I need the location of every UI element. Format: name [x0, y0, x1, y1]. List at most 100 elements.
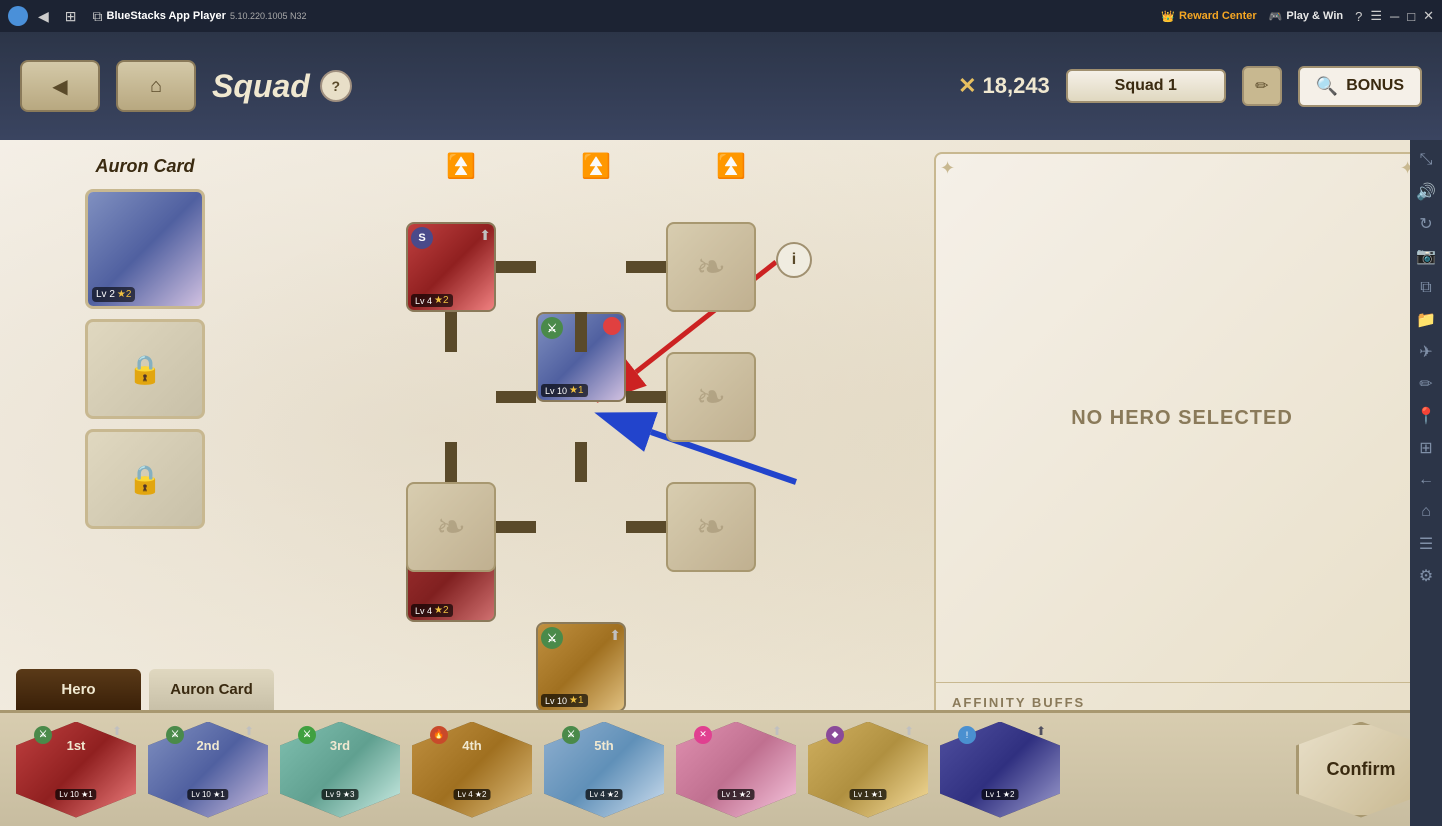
- currency-value: 18,243: [983, 73, 1050, 99]
- currency-display: ✕ 18,243: [958, 73, 1050, 99]
- tab-auron-card[interactable]: Auron Card: [149, 669, 274, 710]
- hero-type-4: ⚔: [541, 627, 563, 649]
- slot-type-badge-7: ◆: [826, 726, 844, 744]
- info-button[interactable]: i: [776, 242, 812, 278]
- empty-cell-2-2[interactable]: ❧: [666, 482, 756, 572]
- help-icon[interactable]: ?: [1355, 9, 1362, 24]
- empty-cell-2-0[interactable]: ❧: [406, 482, 496, 572]
- connector-h-0-1: [626, 261, 666, 273]
- connector-v-col0-1: [445, 442, 457, 482]
- sidebar-expand-icon[interactable]: ⤡: [1414, 148, 1438, 172]
- sidebar-home-icon[interactable]: ⌂: [1414, 500, 1438, 524]
- connector-v-col1-1-yellow: [575, 442, 587, 482]
- slot-arrows-1: ⬆: [112, 724, 122, 738]
- hero-arrow-4: ⬆: [609, 627, 621, 644]
- app-logo: [8, 6, 28, 26]
- hero-slot-7[interactable]: Lv 1 ★1 ◆ ⬆: [808, 722, 928, 818]
- maximize-icon[interactable]: □: [1407, 9, 1415, 24]
- squad-selector[interactable]: Squad 1: [1066, 69, 1226, 103]
- nav-forward-btn[interactable]: ⊞: [61, 8, 81, 25]
- squad-grid: S ⬆ Lv 4★2 ⚔ Lv 10★1: [386, 202, 826, 622]
- hero-slot-5[interactable]: 5th Lv 4 ★2 ⚔: [544, 722, 664, 818]
- sidebar-edit-icon[interactable]: ✏: [1414, 372, 1438, 396]
- slot-label-1: 1st: [67, 738, 86, 753]
- slot-level-4: Lv 4 ★2: [454, 789, 491, 800]
- slot-level-8: Lv 1 ★2: [982, 789, 1019, 800]
- slot-level-2: Lv 10 ★1: [187, 789, 228, 800]
- slot-arrows-2: ⬆: [244, 724, 254, 738]
- hero-slot-2[interactable]: 2nd Lv 10 ★1 ⚔ ⬆: [148, 722, 268, 818]
- titlebar-icons: ? ☰ ─ □ ✕: [1355, 8, 1434, 24]
- game-area: ◀ ⌂ Squad ? ✕ 18,243 Squad 1 ✏ 🔍 BONUS A…: [0, 32, 1442, 826]
- confirm-text: Confirm: [1327, 759, 1396, 780]
- bottom-panel: 1st Lv 10 ★1 ⚔ ⬆ 2nd Lv 10 ★1 ⚔ ⬆: [0, 710, 1442, 826]
- connector-h-1-0: [496, 391, 536, 403]
- app-version: 5.10.220.1005 N32: [230, 11, 1161, 21]
- sidebar-airplane-icon[interactable]: ✈: [1414, 340, 1438, 364]
- squad-help-button[interactable]: ?: [320, 70, 352, 102]
- hero-cell-4[interactable]: ⚔ ⬆ Lv 10★1: [536, 622, 626, 712]
- slot-level-3: Lv 9 ★3: [322, 789, 359, 800]
- page-title: Squad: [212, 68, 310, 105]
- confirm-diamond: Confirm: [1296, 722, 1426, 818]
- hero-slot-3[interactable]: 3rd Lv 9 ★3 ⚔: [280, 722, 400, 818]
- auron-card-slot[interactable]: Lv 2 ★2: [85, 189, 205, 309]
- empty-cell-1-2[interactable]: ❧: [666, 352, 756, 442]
- hero-slot-4[interactable]: 4th Lv 4 ★2 🔥: [412, 722, 532, 818]
- edit-squad-button[interactable]: ✏: [1242, 66, 1282, 106]
- sidebar-volume-icon[interactable]: 🔊: [1414, 180, 1438, 204]
- back-button[interactable]: ◀: [20, 60, 100, 112]
- tab-area: Hero Auron Card: [0, 669, 290, 710]
- sidebar-settings-icon[interactable]: ⚙: [1414, 564, 1438, 588]
- sidebar-rotate-icon[interactable]: ↻: [1414, 212, 1438, 236]
- sidebar-back-arrow[interactable]: ←: [1414, 468, 1438, 492]
- reward-center-btn[interactable]: 👑 Reward Center: [1161, 10, 1256, 23]
- slot-type-badge-6: ✕: [694, 726, 712, 744]
- titlebar-nav: ◀ ⊞ ⧉: [34, 8, 107, 25]
- corner-tl: ✦: [940, 158, 964, 182]
- minimize-icon[interactable]: ─: [1390, 9, 1399, 24]
- hero-level-1: Lv 4★2: [411, 294, 453, 307]
- lock-icon-2: 🔒: [128, 463, 163, 496]
- bonus-button[interactable]: 🔍 BONUS: [1298, 66, 1422, 107]
- hero-type-2: ⚔: [541, 317, 563, 339]
- empty-cell-icon-2-0: ❧: [436, 506, 466, 548]
- sidebar-layers-icon[interactable]: ⊞: [1414, 436, 1438, 460]
- empty-cell-icon-2-2: ❧: [696, 506, 726, 548]
- app-name: BlueStacks App Player: [107, 10, 226, 22]
- slot-type-badge-4: 🔥: [430, 726, 448, 744]
- hero-level-4: Lv 10★1: [541, 694, 588, 707]
- no-hero-selected: NO HERO SELECTED: [936, 154, 1428, 682]
- sidebar-copy-icon[interactable]: ⧉: [1414, 276, 1438, 300]
- menu-icon[interactable]: ☰: [1370, 8, 1382, 24]
- slot-level-7: Lv 1 ★1: [850, 789, 887, 800]
- nav-back-btn[interactable]: ◀: [34, 8, 53, 25]
- sidebar-screenshot-icon[interactable]: 📷: [1414, 244, 1438, 268]
- sidebar-menu-icon[interactable]: ☰: [1414, 532, 1438, 556]
- confirm-button[interactable]: Confirm: [1296, 722, 1426, 818]
- home-button[interactable]: ⌂: [116, 60, 196, 112]
- hero-slot-8[interactable]: Lv 1 ★2 ! ⬆: [940, 722, 1060, 818]
- sidebar-location-icon[interactable]: 📍: [1414, 404, 1438, 428]
- hero-cell-1[interactable]: S ⬆ Lv 4★2: [406, 222, 496, 312]
- connector-v-col0-0: [445, 312, 457, 352]
- hero-img-1: S ⬆ Lv 4★2: [408, 224, 494, 310]
- sidebar-folder-icon[interactable]: 📁: [1414, 308, 1438, 332]
- squad-title-area: Squad ?: [212, 68, 352, 105]
- slot-type-badge-2: ⚔: [166, 726, 184, 744]
- slot-type-badge-8: !: [958, 726, 976, 744]
- empty-cell-0-2[interactable]: ❧: [666, 222, 756, 312]
- slot-type-badge-5: ⚔: [562, 726, 580, 744]
- tab-hero[interactable]: Hero: [16, 669, 141, 710]
- hero-slot-6[interactable]: Lv 1 ★2 ✕ ⬆: [676, 722, 796, 818]
- up-arrow-3: ⏫: [716, 152, 746, 181]
- hero-slot-1[interactable]: 1st Lv 10 ★1 ⚔ ⬆: [16, 722, 136, 818]
- slot-level-5: Lv 4 ★2: [586, 789, 623, 800]
- help-question-icon: ?: [332, 78, 341, 94]
- search-icon: 🔍: [1316, 76, 1338, 97]
- header: ◀ ⌂ Squad ? ✕ 18,243 Squad 1 ✏ 🔍 BONUS: [0, 32, 1442, 140]
- play-win-btn[interactable]: 🎮 Play & Win: [1269, 10, 1343, 23]
- close-icon[interactable]: ✕: [1423, 8, 1434, 24]
- hero-info-box: ✦ ✦ ✦ ✦ NO HERO SELECTED AFFINITY BUFFS …: [934, 152, 1430, 750]
- nav-home-btn[interactable]: ⧉: [89, 8, 107, 25]
